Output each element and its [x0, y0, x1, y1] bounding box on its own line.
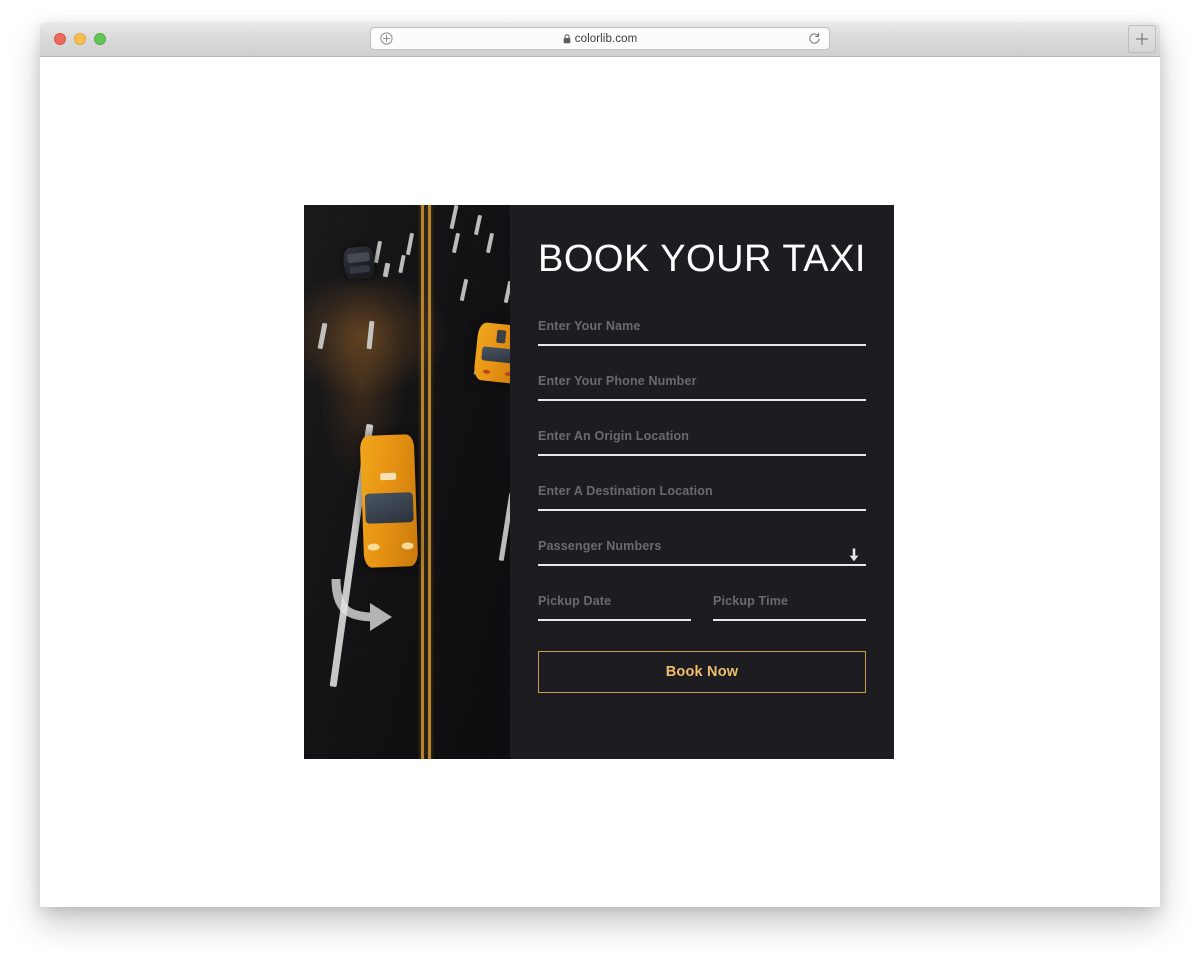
taxi-roof-sign	[380, 472, 397, 481]
taxi-booking-card: BOOK YOUR TAXI Enter Your Name Enter You…	[304, 205, 894, 759]
taxi-car-upper	[473, 321, 511, 385]
taxi-headlight	[401, 542, 414, 550]
browser-titlebar: colorlib.com	[40, 22, 1160, 57]
field-phone-underline	[538, 398, 866, 401]
address-bar[interactable]: colorlib.com	[370, 27, 830, 50]
dark-car	[342, 245, 376, 281]
taxi-taillight	[482, 369, 491, 375]
field-name-underline	[538, 343, 866, 346]
address-bar-content[interactable]: colorlib.com	[401, 33, 799, 45]
field-phone[interactable]: Enter Your Phone Number	[538, 374, 866, 401]
lock-icon	[563, 33, 571, 44]
taxi-windshield	[364, 492, 414, 524]
field-destination-underline	[538, 508, 866, 511]
browser-window: colorlib.com BOOK YOUR TAXI Enter Your N…	[40, 22, 1160, 907]
reload-icon[interactable]	[799, 32, 829, 45]
field-destination[interactable]: Enter A Destination Location	[538, 484, 866, 511]
field-name-label: Enter Your Name	[538, 318, 641, 333]
field-origin-underline	[538, 453, 866, 456]
road-photo	[304, 205, 511, 759]
field-pickup-date-underline	[538, 618, 692, 621]
add-bookmark-icon[interactable]	[371, 32, 401, 45]
field-name[interactable]: Enter Your Name	[538, 319, 866, 346]
field-pickup-date[interactable]: Pickup Date	[538, 593, 692, 621]
dark-car-window	[347, 251, 370, 264]
zoom-window-button[interactable]	[94, 33, 106, 45]
pickup-row: Pickup Date Pickup Time	[538, 593, 867, 621]
field-phone-label: Enter Your Phone Number	[538, 373, 697, 388]
field-passengers-underline	[538, 563, 866, 566]
field-pickup-time[interactable]: Pickup Time	[713, 593, 867, 621]
url-text: colorlib.com	[574, 32, 638, 45]
new-tab-button[interactable]	[1128, 25, 1156, 53]
taxi-car-main	[359, 434, 419, 568]
arrow-down-icon[interactable]	[848, 547, 860, 563]
field-origin[interactable]: Enter An Origin Location	[538, 429, 866, 456]
center-line-left	[421, 205, 424, 759]
taxi-roof-sign	[496, 329, 507, 344]
close-window-button[interactable]	[54, 33, 66, 45]
window-controls	[40, 33, 106, 45]
field-pickup-time-label: Pickup Time	[713, 593, 789, 608]
book-now-button[interactable]: Book Now	[538, 650, 866, 693]
center-line-right	[428, 205, 431, 759]
booking-form: BOOK YOUR TAXI Enter Your Name Enter You…	[510, 205, 894, 759]
field-passengers-label: Passenger Numbers	[538, 538, 662, 553]
field-origin-label: Enter An Origin Location	[538, 428, 690, 443]
page-title: BOOK YOUR TAXI	[538, 238, 866, 280]
field-pickup-time-underline	[713, 618, 867, 621]
field-pickup-date-label: Pickup Date	[538, 593, 612, 608]
taxi-headlight	[367, 543, 380, 551]
taxi-windshield	[481, 346, 511, 364]
field-passengers[interactable]: Passenger Numbers	[538, 539, 866, 566]
minimize-window-button[interactable]	[74, 33, 86, 45]
page-viewport: BOOK YOUR TAXI Enter Your Name Enter You…	[40, 57, 1160, 907]
field-destination-label: Enter A Destination Location	[538, 483, 713, 498]
dark-car-window	[349, 264, 370, 274]
road-turn-arrow-marking	[330, 573, 400, 633]
plus-icon	[1135, 32, 1149, 46]
